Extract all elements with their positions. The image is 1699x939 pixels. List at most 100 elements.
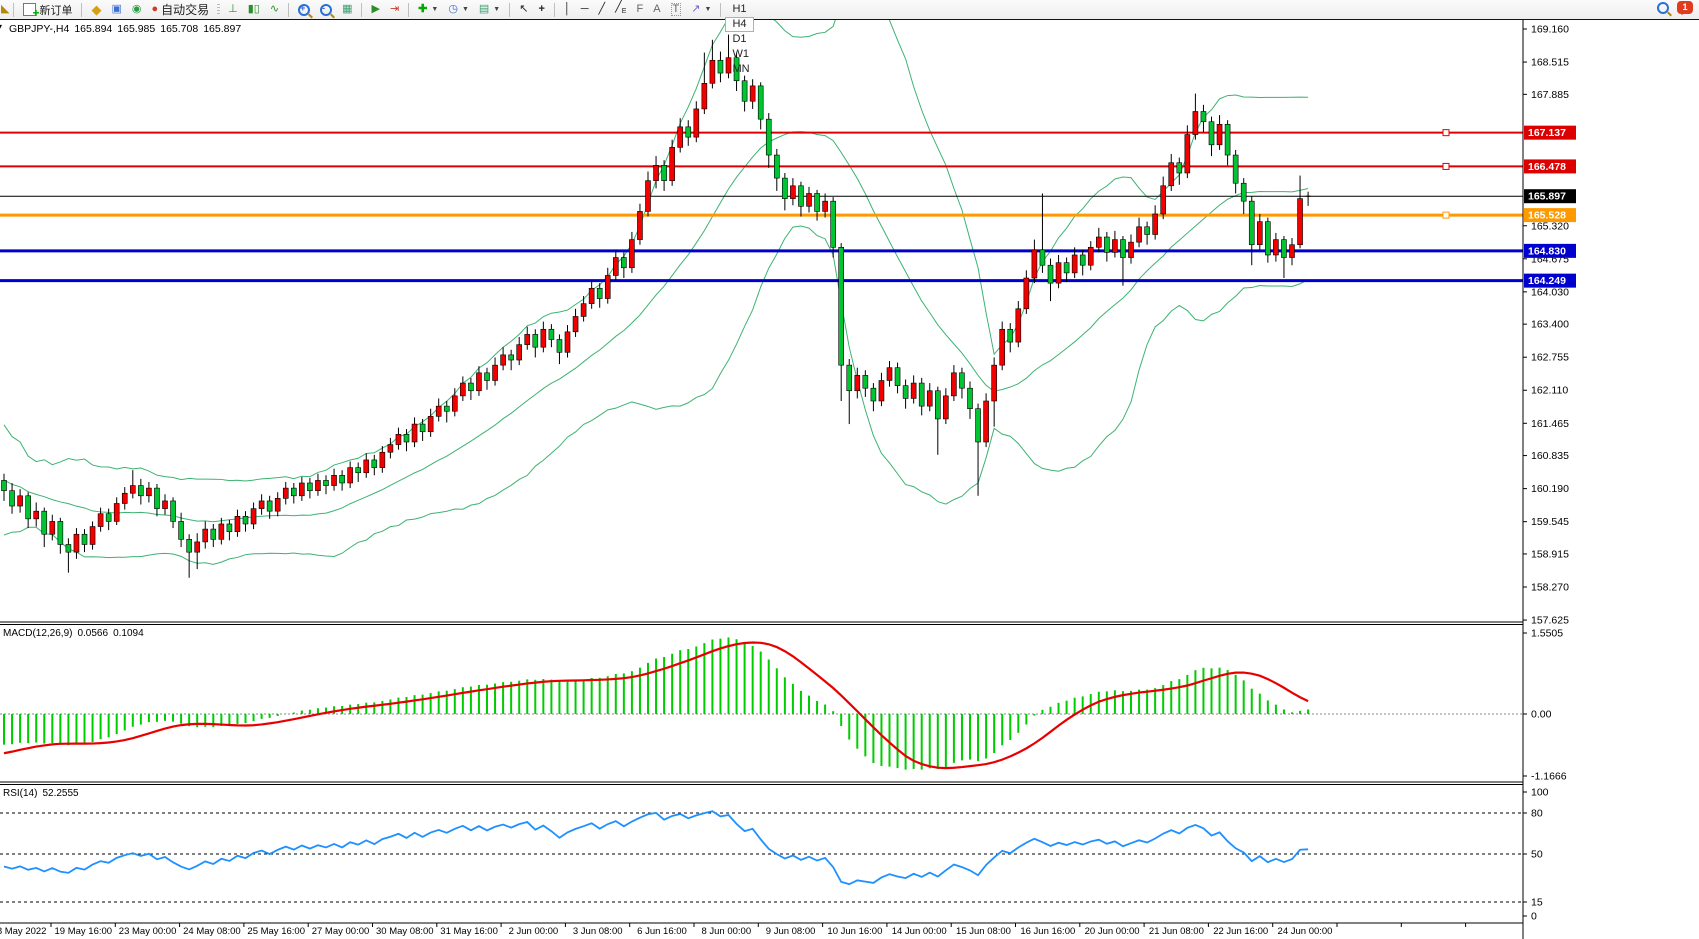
tab-timeframe-mn[interactable]: MN bbox=[725, 62, 756, 77]
timeframe-toolbar: M1M5M15M30H1H4D1W1MN bbox=[725, 0, 760, 77]
toolbar-separator bbox=[554, 3, 555, 17]
macd-signal-value: 0.1094 bbox=[113, 628, 144, 639]
channel-button[interactable]: ╱E bbox=[610, 1, 631, 18]
svg-text:80: 80 bbox=[1531, 808, 1543, 820]
horizontal-line-button[interactable]: ─ bbox=[576, 1, 594, 18]
vertical-line-button[interactable]: │ bbox=[559, 1, 576, 18]
templates-button[interactable]: ▤▼ bbox=[474, 1, 505, 18]
new-order-icon bbox=[23, 3, 36, 16]
svg-text:157.625: 157.625 bbox=[1531, 615, 1569, 627]
svg-text:158.915: 158.915 bbox=[1531, 548, 1569, 560]
chevron-down-icon: ▼ bbox=[462, 6, 469, 13]
svg-text:165.528: 165.528 bbox=[1528, 210, 1566, 222]
toolbar-separator bbox=[81, 3, 82, 17]
new-order-button[interactable]: 新订单 bbox=[18, 1, 77, 18]
tab-timeframe-w1[interactable]: W1 bbox=[725, 47, 756, 62]
auto-scroll-icon: ▶ bbox=[371, 4, 379, 15]
bollinger-bands bbox=[4, 0, 1308, 564]
crosshair-icon: + bbox=[538, 4, 544, 15]
svg-text:9 Jun 08:00: 9 Jun 08:00 bbox=[766, 926, 816, 937]
svg-text:167.885: 167.885 bbox=[1531, 89, 1569, 101]
bar-chart-icon: ⊥ bbox=[228, 4, 238, 15]
notification-badge[interactable]: 1 bbox=[1677, 1, 1693, 14]
indicators-button[interactable]: ✚▼ bbox=[413, 1, 443, 18]
toolbar: ◣ 新订单 ◆ ▣ ◉ ● 自动交易 ⊥ ▮▯ ∿ + - ▦ ▶ ⇥ ✚▼ ◷… bbox=[0, 0, 1699, 20]
toolbar-separator bbox=[720, 3, 721, 17]
svg-text:14 Jun 00:00: 14 Jun 00:00 bbox=[892, 926, 947, 937]
text-button[interactable]: A bbox=[648, 1, 665, 18]
svg-text:19 May 16:00: 19 May 16:00 bbox=[55, 926, 113, 937]
svg-text:168.515: 168.515 bbox=[1531, 57, 1569, 69]
crosshair-button[interactable]: + bbox=[533, 1, 549, 18]
svg-text:6 Jun 16:00: 6 Jun 16:00 bbox=[637, 926, 687, 937]
line-chart-button[interactable]: ∿ bbox=[265, 1, 284, 18]
svg-text:8 Jun 00:00: 8 Jun 00:00 bbox=[701, 926, 751, 937]
trading-terminal: ◣ 新订单 ◆ ▣ ◉ ● 自动交易 ⊥ ▮▯ ∿ + - ▦ ▶ ⇥ ✚▼ ◷… bbox=[0, 0, 1699, 939]
zoom-in-button[interactable]: + bbox=[293, 1, 315, 18]
line-handle bbox=[1443, 130, 1449, 136]
cursor-button[interactable]: ↖ bbox=[514, 1, 533, 18]
tile-windows-button[interactable]: ▦ bbox=[337, 1, 357, 18]
high-value: 165.985 bbox=[117, 23, 155, 35]
line-handle bbox=[1443, 212, 1449, 218]
svg-text:167.137: 167.137 bbox=[1528, 127, 1566, 139]
svg-text:50: 50 bbox=[1531, 849, 1543, 861]
tab-timeframe-h4[interactable]: H4 bbox=[725, 17, 753, 32]
autotrading-label: 自动交易 bbox=[161, 4, 209, 16]
candlestick-chart-icon: ▮▯ bbox=[248, 4, 260, 15]
signal-icon: ◉ bbox=[132, 4, 142, 15]
tab-timeframe-d1[interactable]: D1 bbox=[725, 32, 753, 47]
price-axis[interactable]: 169.160168.515167.885165.320164.675164.0… bbox=[1523, 24, 1576, 627]
autotrading-button[interactable]: ● 自动交易 bbox=[146, 1, 214, 18]
svg-text:10 Jun 16:00: 10 Jun 16:00 bbox=[827, 926, 882, 937]
auto-scroll-button[interactable]: ▶ bbox=[366, 1, 384, 18]
clipped-toolbar-icon[interactable]: ◣ bbox=[1, 4, 9, 15]
bar-chart-button[interactable]: ⊥ bbox=[223, 1, 243, 18]
svg-text:0: 0 bbox=[1531, 911, 1537, 923]
svg-text:18 May 2022: 18 May 2022 bbox=[0, 926, 46, 937]
periods-button[interactable]: ◷▼ bbox=[443, 1, 474, 18]
svg-text:164.030: 164.030 bbox=[1531, 286, 1569, 298]
svg-text:158.270: 158.270 bbox=[1531, 582, 1569, 594]
svg-text:164.830: 164.830 bbox=[1528, 245, 1566, 257]
fibonacci-button[interactable]: F bbox=[631, 1, 648, 18]
chart-corner-arrow-icon[interactable]: ▾ bbox=[0, 22, 2, 31]
arrow-object-icon: ↗ bbox=[691, 4, 700, 15]
rsi-panel: 1008050150 bbox=[0, 787, 1549, 923]
new-order-label: 新订单 bbox=[39, 2, 72, 18]
chart-canvas[interactable]: 169.160168.515167.885165.320164.675164.0… bbox=[0, 0, 1699, 939]
svg-text:22 Jun 16:00: 22 Jun 16:00 bbox=[1213, 926, 1268, 937]
svg-text:21 Jun 08:00: 21 Jun 08:00 bbox=[1149, 926, 1204, 937]
vertical-line-icon: │ bbox=[564, 4, 571, 15]
tab-timeframe-h1[interactable]: H1 bbox=[725, 2, 753, 17]
signals-button[interactable]: ◉ bbox=[127, 1, 147, 18]
text-label-button[interactable]: T bbox=[666, 1, 687, 18]
svg-text:159.545: 159.545 bbox=[1531, 516, 1569, 528]
toolbar-separator bbox=[408, 3, 409, 17]
chart-shift-button[interactable]: ⇥ bbox=[385, 1, 404, 18]
zoom-out-button[interactable]: - bbox=[315, 1, 337, 18]
chevron-down-icon: ▼ bbox=[431, 6, 438, 13]
autotrading-icon: ● bbox=[151, 4, 158, 15]
chart-symbol-label: GBPJPY-,H4165.894165.985165.708165.897 bbox=[9, 23, 246, 35]
tile-windows-icon: ▦ bbox=[342, 4, 352, 15]
horizontal-level-lines[interactable] bbox=[0, 130, 1523, 281]
arrows-button[interactable]: ↗▼ bbox=[686, 1, 716, 18]
close-value: 165.897 bbox=[203, 23, 241, 35]
time-axis[interactable]: 18 May 202219 May 16:0023 May 00:0024 Ma… bbox=[0, 923, 1466, 937]
candlestick-chart-button[interactable]: ▮▯ bbox=[243, 1, 265, 18]
market-watch-button[interactable]: ◆ bbox=[86, 1, 106, 18]
search-icon[interactable] bbox=[1657, 2, 1669, 14]
svg-text:31 May 16:00: 31 May 16:00 bbox=[440, 926, 498, 937]
toolbar-separator bbox=[288, 3, 289, 17]
svg-text:160.835: 160.835 bbox=[1531, 450, 1569, 462]
trendline-button[interactable]: ╱ bbox=[594, 1, 611, 18]
svg-text:164.249: 164.249 bbox=[1528, 275, 1566, 287]
data-window-button[interactable]: ▣ bbox=[106, 1, 126, 18]
chart-shift-icon: ⇥ bbox=[390, 4, 399, 15]
fibonacci-icon: F bbox=[636, 4, 643, 15]
macd-name: MACD(12,26,9) bbox=[3, 628, 72, 639]
open-value: 165.894 bbox=[74, 23, 112, 35]
text-label-icon: T bbox=[671, 3, 682, 16]
svg-text:165.897: 165.897 bbox=[1528, 191, 1566, 203]
